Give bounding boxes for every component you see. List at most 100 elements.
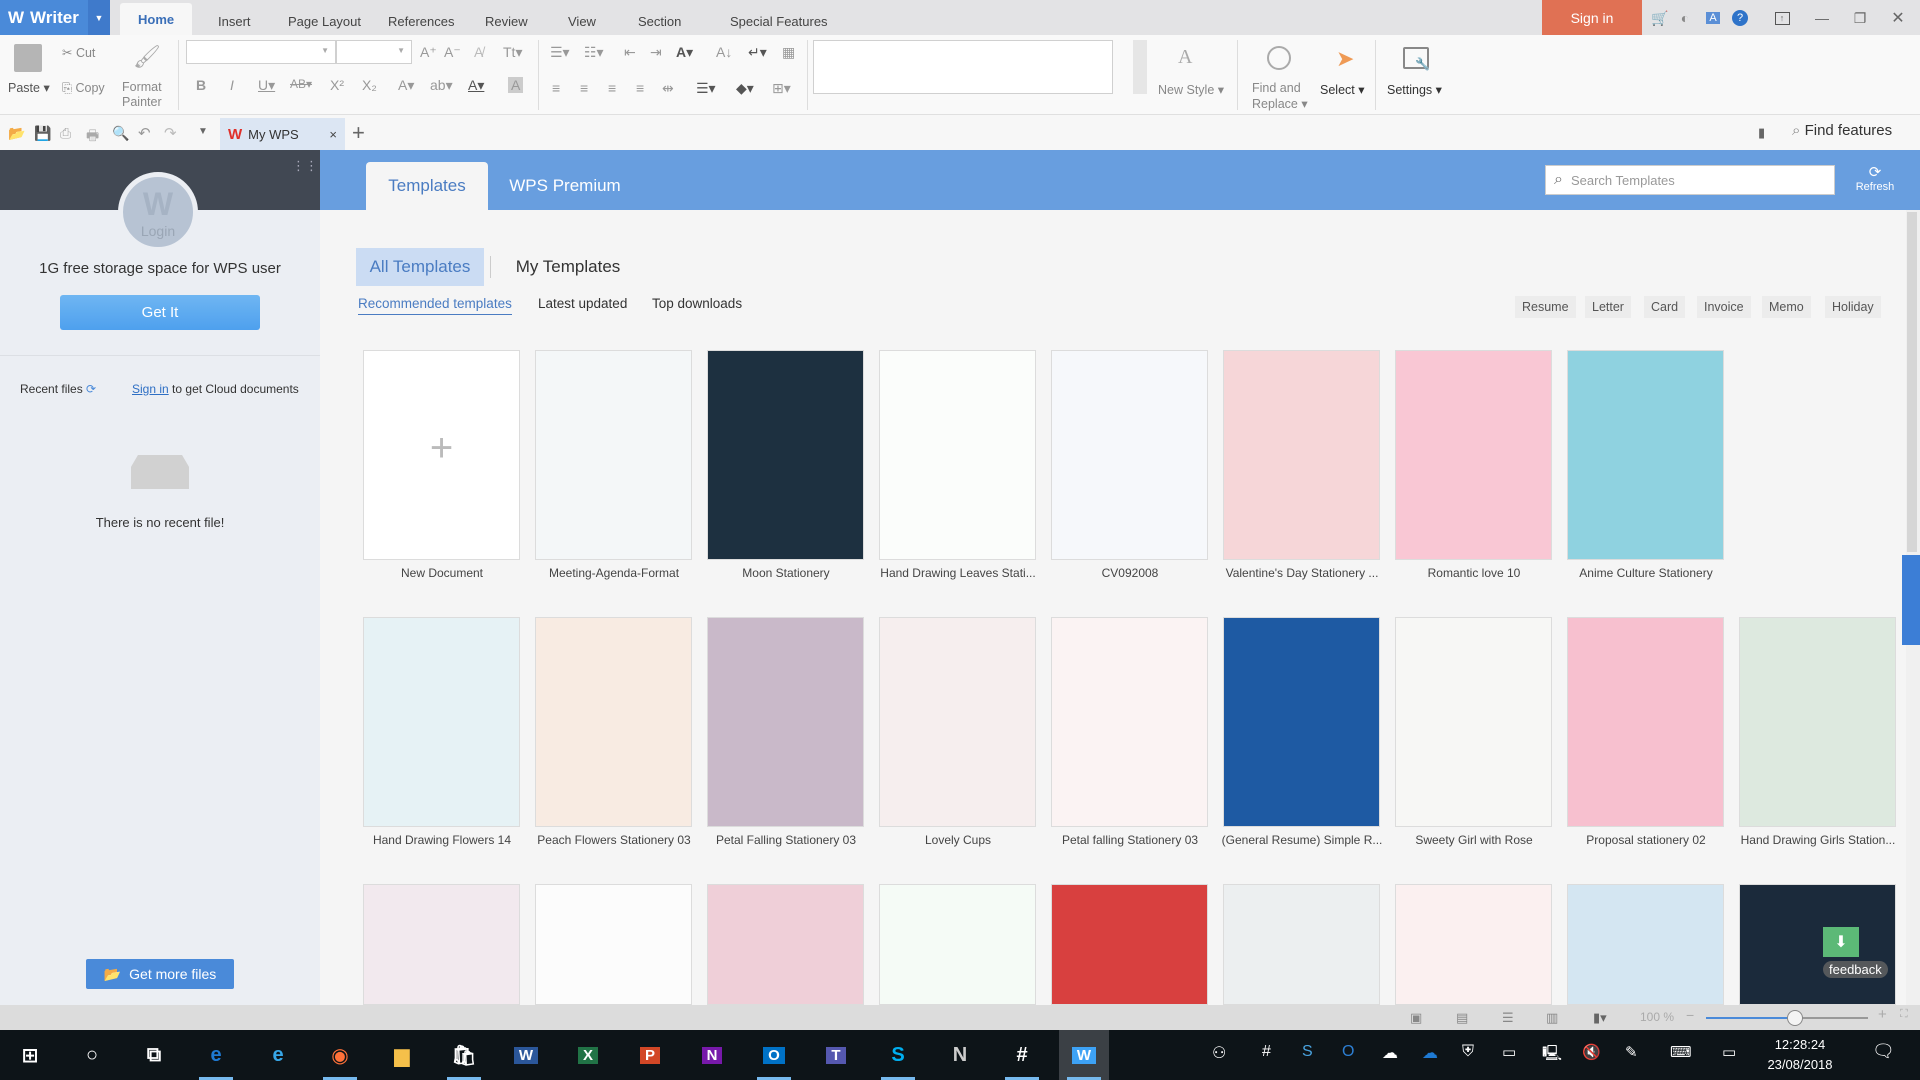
- eye-protection-icon[interactable]: ▮▾: [1593, 1010, 1607, 1026]
- category-invoice[interactable]: Invoice: [1697, 296, 1751, 318]
- taskbar-edge-icon[interactable]: e: [191, 1030, 241, 1080]
- decrease-indent-icon[interactable]: ⇤: [624, 44, 636, 61]
- template-caption[interactable]: Petal falling Stationery 03: [1044, 833, 1216, 847]
- template-card[interactable]: [1739, 617, 1896, 827]
- network-icon[interactable]: 🖳: [1542, 1043, 1562, 1068]
- refresh-button[interactable]: ⟳ Refresh: [1850, 163, 1900, 199]
- template-caption[interactable]: Hand Drawing Flowers 14: [356, 833, 528, 847]
- borders-icon[interactable]: ⊞▾: [772, 80, 791, 97]
- outlook-tray-icon[interactable]: O: [1342, 1043, 1354, 1061]
- tab-wps-premium[interactable]: WPS Premium: [500, 162, 630, 210]
- template-caption[interactable]: Meeting-Agenda-Format: [528, 566, 700, 580]
- template-card[interactable]: [879, 617, 1036, 827]
- tab-section[interactable]: Section: [620, 8, 699, 35]
- select-button[interactable]: Select ▾: [1320, 82, 1365, 97]
- template-card[interactable]: [1395, 350, 1552, 560]
- highlight-icon[interactable]: ab▾: [430, 77, 453, 94]
- paragraph-shading-icon[interactable]: ◆▾: [736, 80, 754, 97]
- font-name-select[interactable]: ▼: [186, 40, 336, 64]
- taskbar-start-icon[interactable]: ⊞: [5, 1030, 55, 1080]
- strikethrough-icon[interactable]: AB▾: [290, 77, 312, 91]
- align-right-icon[interactable]: ≡: [608, 80, 616, 96]
- people-icon[interactable]: ⚇: [1212, 1043, 1226, 1063]
- skype-tray-icon[interactable]: S: [1302, 1043, 1313, 1061]
- taskbar-onenote-icon[interactable]: N: [687, 1030, 737, 1080]
- taskbar-teams-icon[interactable]: T: [811, 1030, 861, 1080]
- underline-icon[interactable]: U▾: [258, 77, 275, 94]
- taskbar-powerpoint-icon[interactable]: P: [625, 1030, 675, 1080]
- template-card[interactable]: [707, 884, 864, 1005]
- tab-references[interactable]: References: [370, 8, 472, 35]
- taskbar-firefox-icon[interactable]: ◉: [315, 1030, 365, 1080]
- template-card[interactable]: [879, 884, 1036, 1005]
- print-icon[interactable]: 🖶: [86, 125, 99, 149]
- restore-icon[interactable]: ❐: [1850, 8, 1870, 28]
- category-card[interactable]: Card: [1644, 296, 1686, 318]
- category-holiday[interactable]: Holiday: [1825, 296, 1881, 318]
- tab-all-templates[interactable]: All Templates: [356, 248, 484, 286]
- taskbar-skype-icon[interactable]: S: [873, 1030, 923, 1080]
- tab-view[interactable]: View: [550, 8, 614, 35]
- copy-button[interactable]: ⎘ Copy: [62, 81, 105, 96]
- new-style-button[interactable]: New Style ▾: [1158, 82, 1224, 97]
- template-card[interactable]: [535, 884, 692, 1005]
- paste-icon[interactable]: [14, 44, 42, 72]
- taskbar-ie-icon[interactable]: e: [253, 1030, 303, 1080]
- doc-a-icon[interactable]: A: [1703, 8, 1723, 28]
- undo-icon[interactable]: ↶: [138, 124, 151, 142]
- justify-icon[interactable]: ≡: [636, 80, 644, 96]
- tab-templates[interactable]: Templates: [366, 162, 488, 210]
- taskbar-slack-icon[interactable]: #: [997, 1030, 1047, 1080]
- export-icon[interactable]: ⎙: [60, 125, 71, 142]
- format-painter-button[interactable]: Format Painter: [122, 80, 162, 110]
- page-view-icon[interactable]: ▤: [1456, 1010, 1468, 1026]
- doc-tab-my-wps[interactable]: W My WPS ×: [220, 118, 345, 150]
- template-card[interactable]: [1567, 350, 1724, 560]
- taskbar-task-view-icon[interactable]: ⧉: [129, 1030, 179, 1080]
- sort-icon[interactable]: A↓: [716, 44, 732, 60]
- defender-icon[interactable]: ⛨: [1462, 1043, 1474, 1061]
- line-spacing-icon[interactable]: ☰▾: [696, 80, 716, 97]
- style-gallery-scroll[interactable]: [1133, 40, 1147, 94]
- sign-in-button[interactable]: Sign in: [1542, 0, 1642, 35]
- open-folder-icon[interactable]: 📂: [8, 125, 25, 142]
- template-card[interactable]: [1051, 884, 1208, 1005]
- find-features[interactable]: ⌕ Find features: [1792, 122, 1892, 139]
- table-icon[interactable]: ▦: [782, 44, 795, 61]
- template-card[interactable]: [363, 617, 520, 827]
- new-tab-icon[interactable]: +: [352, 120, 365, 146]
- close-icon[interactable]: ✕: [1888, 8, 1908, 28]
- slack-tray-icon[interactable]: #: [1262, 1043, 1271, 1061]
- template-caption[interactable]: Hand Drawing Girls Station...: [1732, 833, 1904, 847]
- template-card[interactable]: [707, 617, 864, 827]
- minimize-icon[interactable]: —: [1812, 8, 1832, 28]
- font-color-icon[interactable]: A▾: [468, 77, 484, 94]
- template-caption[interactable]: (General Resume) Simple R...: [1216, 833, 1388, 847]
- subscript-icon[interactable]: X₂: [362, 77, 377, 93]
- template-card[interactable]: [879, 350, 1036, 560]
- get-it-button[interactable]: Get It: [60, 295, 260, 330]
- template-card[interactable]: [1395, 617, 1552, 827]
- shrink-font-icon[interactable]: A⁻: [444, 44, 461, 61]
- tab-home[interactable]: Home: [120, 3, 193, 35]
- template-caption[interactable]: Petal Falling Stationery 03: [700, 833, 872, 847]
- category-resume[interactable]: Resume: [1515, 296, 1576, 318]
- align-center-icon[interactable]: ≡: [580, 80, 588, 96]
- taskbar-store-icon[interactable]: 🛍: [439, 1030, 489, 1080]
- text-direction-icon[interactable]: A▾: [676, 44, 693, 61]
- zoom-slider-handle[interactable]: [1787, 1010, 1804, 1026]
- fit-window-icon[interactable]: ⛶: [1900, 1008, 1908, 1021]
- template-card[interactable]: [535, 617, 692, 827]
- cart-icon[interactable]: 🛒: [1650, 8, 1670, 28]
- category-memo[interactable]: Memo: [1762, 296, 1811, 318]
- template-card[interactable]: [1739, 884, 1896, 1005]
- numbering-icon[interactable]: ☷▾: [584, 44, 604, 61]
- template-caption[interactable]: Valentine's Day Stationery ...: [1216, 566, 1388, 580]
- settings-button[interactable]: Settings ▾: [1387, 82, 1442, 97]
- template-card[interactable]: [1223, 617, 1380, 827]
- template-card[interactable]: [1395, 884, 1552, 1005]
- zoom-out-icon[interactable]: −: [1686, 1007, 1694, 1023]
- pen-icon[interactable]: ✎: [1625, 1043, 1638, 1061]
- keyboard-icon[interactable]: ⌨: [1670, 1043, 1692, 1061]
- refresh-icon[interactable]: ⟳: [86, 382, 96, 396]
